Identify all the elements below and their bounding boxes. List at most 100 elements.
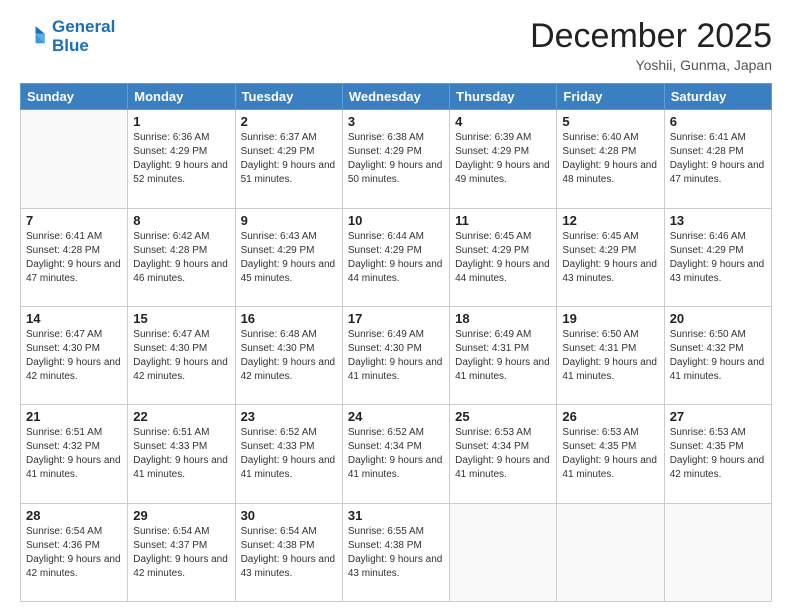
cell-info: Sunrise: 6:50 AMSunset: 4:31 PMDaylight:… xyxy=(562,328,658,384)
day-number: 28 xyxy=(26,508,122,523)
cell-info: Sunrise: 6:41 AMSunset: 4:28 PMDaylight:… xyxy=(670,131,766,187)
cell-info: Sunrise: 6:47 AMSunset: 4:30 PMDaylight:… xyxy=(26,328,122,384)
day-number: 19 xyxy=(562,311,658,326)
cell-info: Sunrise: 6:43 AMSunset: 4:29 PMDaylight:… xyxy=(241,230,337,286)
cell-info: Sunrise: 6:46 AMSunset: 4:29 PMDaylight:… xyxy=(670,230,766,286)
day-number: 22 xyxy=(133,409,229,424)
day-number: 11 xyxy=(455,213,551,228)
day-number: 16 xyxy=(241,311,337,326)
calendar-day-header: Sunday xyxy=(21,84,128,110)
cell-info: Sunrise: 6:47 AMSunset: 4:30 PMDaylight:… xyxy=(133,328,229,384)
calendar-cell: 2Sunrise: 6:37 AMSunset: 4:29 PMDaylight… xyxy=(235,110,342,208)
calendar-day-header: Wednesday xyxy=(342,84,449,110)
calendar-cell: 24 Sunrise: 6:52 AMSunset: 4:34 PMDayligh… xyxy=(342,405,449,503)
calendar-cell: 29 Sunrise: 6:54 AMSunset: 4:37 PMDayligh… xyxy=(128,503,235,601)
cell-info: Sunrise: 6:52 AMSunset: 4:34 PMDaylight:… xyxy=(348,426,444,482)
cell-info: Sunrise: 6:51 AMSunset: 4:32 PMDaylight:… xyxy=(26,426,122,482)
calendar-cell: 5 Sunrise: 6:40 AMSunset: 4:28 PMDaylight… xyxy=(557,110,664,208)
calendar-table: SundayMondayTuesdayWednesdayThursdayFrid… xyxy=(20,83,772,602)
day-number: 3 xyxy=(348,114,444,129)
cell-info: Sunrise: 6:49 AMSunset: 4:30 PMDaylight:… xyxy=(348,328,444,384)
calendar-cell: 26 Sunrise: 6:53 AMSunset: 4:35 PMDayligh… xyxy=(557,405,664,503)
day-number: 15 xyxy=(133,311,229,326)
page: General Blue December 2025 Yoshii, Gunma… xyxy=(0,0,792,612)
cell-info: Sunrise: 6:41 AMSunset: 4:28 PMDaylight:… xyxy=(26,230,122,286)
calendar-cell: 14 Sunrise: 6:47 AMSunset: 4:30 PMDayligh… xyxy=(21,307,128,405)
calendar-cell: 3 Sunrise: 6:38 AMSunset: 4:29 PMDaylight… xyxy=(342,110,449,208)
calendar-cell: 8Sunrise: 6:42 AMSunset: 4:28 PMDaylight… xyxy=(128,208,235,306)
day-number: 6 xyxy=(670,114,766,129)
calendar-cell: 15 Sunrise: 6:47 AMSunset: 4:30 PMDayligh… xyxy=(128,307,235,405)
cell-info: Sunrise: 6:40 AMSunset: 4:28 PMDaylight:… xyxy=(562,131,658,187)
calendar-cell xyxy=(664,503,771,601)
calendar-day-header: Saturday xyxy=(664,84,771,110)
cell-info: Sunrise: 6:50 AMSunset: 4:32 PMDaylight:… xyxy=(670,328,766,384)
day-number: 31 xyxy=(348,508,444,523)
calendar-cell: 11Sunrise: 6:45 AMSunset: 4:29 PMDayligh… xyxy=(450,208,557,306)
day-number: 17 xyxy=(348,311,444,326)
day-number: 25 xyxy=(455,409,551,424)
calendar-header-row: SundayMondayTuesdayWednesdayThursdayFrid… xyxy=(21,84,772,110)
calendar-cell xyxy=(450,503,557,601)
calendar-cell: 16 Sunrise: 6:48 AMSunset: 4:30 PMDayligh… xyxy=(235,307,342,405)
day-number: 1 xyxy=(133,114,229,129)
logo-icon xyxy=(20,23,48,51)
cell-info: Sunrise: 6:45 AMSunset: 4:29 PMDaylight:… xyxy=(562,230,658,286)
calendar-week-row: 21 Sunrise: 6:51 AMSunset: 4:32 PMDayligh… xyxy=(21,405,772,503)
calendar-cell: 28 Sunrise: 6:54 AMSunset: 4:36 PMDayligh… xyxy=(21,503,128,601)
calendar-cell: 10 Sunrise: 6:44 AMSunset: 4:29 PMDayligh… xyxy=(342,208,449,306)
calendar-cell: 30 Sunrise: 6:54 AMSunset: 4:38 PMDayligh… xyxy=(235,503,342,601)
day-number: 21 xyxy=(26,409,122,424)
calendar-cell: 13 Sunrise: 6:46 AMSunset: 4:29 PMDayligh… xyxy=(664,208,771,306)
calendar-cell xyxy=(557,503,664,601)
calendar-day-header: Tuesday xyxy=(235,84,342,110)
day-number: 13 xyxy=(670,213,766,228)
cell-info: Sunrise: 6:37 AMSunset: 4:29 PMDaylight:… xyxy=(241,131,337,187)
calendar-cell: 19 Sunrise: 6:50 AMSunset: 4:31 PMDayligh… xyxy=(557,307,664,405)
calendar-cell: 27Sunrise: 6:53 AMSunset: 4:35 PMDayligh… xyxy=(664,405,771,503)
cell-info: Sunrise: 6:53 AMSunset: 4:35 PMDaylight:… xyxy=(670,426,766,482)
calendar-cell: 18Sunrise: 6:49 AMSunset: 4:31 PMDayligh… xyxy=(450,307,557,405)
cell-info: Sunrise: 6:51 AMSunset: 4:33 PMDaylight:… xyxy=(133,426,229,482)
calendar-week-row: 1 Sunrise: 6:36 AMSunset: 4:29 PMDaylight… xyxy=(21,110,772,208)
day-number: 4 xyxy=(455,114,551,129)
cell-info: Sunrise: 6:52 AMSunset: 4:33 PMDaylight:… xyxy=(241,426,337,482)
calendar-cell: 6 Sunrise: 6:41 AMSunset: 4:28 PMDaylight… xyxy=(664,110,771,208)
location: Yoshii, Gunma, Japan xyxy=(530,57,772,73)
day-number: 10 xyxy=(348,213,444,228)
cell-info: Sunrise: 6:53 AMSunset: 4:35 PMDaylight:… xyxy=(562,426,658,482)
cell-info: Sunrise: 6:36 AMSunset: 4:29 PMDaylight:… xyxy=(133,131,229,187)
calendar-day-header: Thursday xyxy=(450,84,557,110)
calendar-cell: 21 Sunrise: 6:51 AMSunset: 4:32 PMDayligh… xyxy=(21,405,128,503)
day-number: 7 xyxy=(26,213,122,228)
day-number: 26 xyxy=(562,409,658,424)
calendar-cell: 31Sunrise: 6:55 AMSunset: 4:38 PMDayligh… xyxy=(342,503,449,601)
cell-info: Sunrise: 6:44 AMSunset: 4:29 PMDaylight:… xyxy=(348,230,444,286)
day-number: 24 xyxy=(348,409,444,424)
cell-info: Sunrise: 6:38 AMSunset: 4:29 PMDaylight:… xyxy=(348,131,444,187)
cell-info: Sunrise: 6:48 AMSunset: 4:30 PMDaylight:… xyxy=(241,328,337,384)
cell-info: Sunrise: 6:54 AMSunset: 4:37 PMDaylight:… xyxy=(133,525,229,581)
title-block: December 2025 Yoshii, Gunma, Japan xyxy=(530,18,772,73)
day-number: 5 xyxy=(562,114,658,129)
cell-info: Sunrise: 6:42 AMSunset: 4:28 PMDaylight:… xyxy=(133,230,229,286)
cell-info: Sunrise: 6:39 AMSunset: 4:29 PMDaylight:… xyxy=(455,131,551,187)
calendar-cell: 4 Sunrise: 6:39 AMSunset: 4:29 PMDaylight… xyxy=(450,110,557,208)
cell-info: Sunrise: 6:49 AMSunset: 4:31 PMDaylight:… xyxy=(455,328,551,384)
day-number: 20 xyxy=(670,311,766,326)
cell-info: Sunrise: 6:53 AMSunset: 4:34 PMDaylight:… xyxy=(455,426,551,482)
calendar-cell: 22 Sunrise: 6:51 AMSunset: 4:33 PMDayligh… xyxy=(128,405,235,503)
day-number: 9 xyxy=(241,213,337,228)
calendar-week-row: 14 Sunrise: 6:47 AMSunset: 4:30 PMDayligh… xyxy=(21,307,772,405)
month-title: December 2025 xyxy=(530,18,772,55)
calendar-cell: 20 Sunrise: 6:50 AMSunset: 4:32 PMDayligh… xyxy=(664,307,771,405)
calendar-cell: 12Sunrise: 6:45 AMSunset: 4:29 PMDayligh… xyxy=(557,208,664,306)
day-number: 29 xyxy=(133,508,229,523)
calendar-cell: 23Sunrise: 6:52 AMSunset: 4:33 PMDayligh… xyxy=(235,405,342,503)
day-number: 14 xyxy=(26,311,122,326)
calendar-cell: 25 Sunrise: 6:53 AMSunset: 4:34 PMDayligh… xyxy=(450,405,557,503)
cell-info: Sunrise: 6:54 AMSunset: 4:36 PMDaylight:… xyxy=(26,525,122,581)
cell-info: Sunrise: 6:54 AMSunset: 4:38 PMDaylight:… xyxy=(241,525,337,581)
logo-text: General Blue xyxy=(52,18,115,55)
day-number: 30 xyxy=(241,508,337,523)
